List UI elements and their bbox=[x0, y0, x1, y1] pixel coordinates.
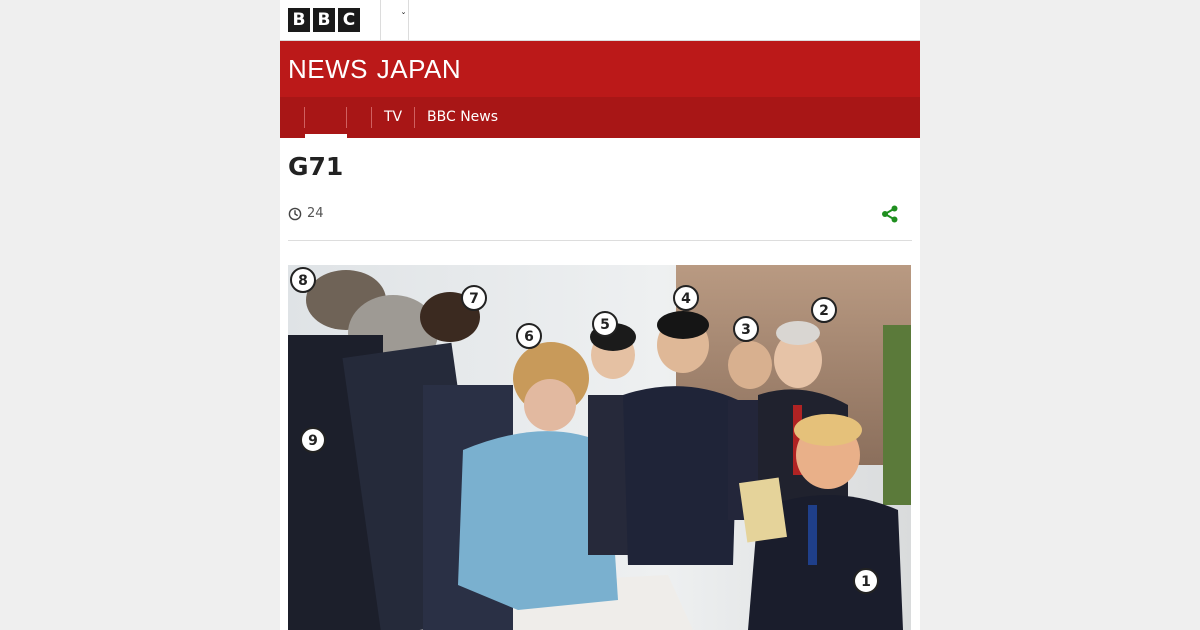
news-japan-logo[interactable]: NEWS JAPAN bbox=[288, 53, 461, 86]
nav-item-tv[interactable]: TV bbox=[384, 97, 402, 138]
nav-item-bbc-news[interactable]: BBC News bbox=[427, 97, 498, 138]
bbc-logo[interactable]: B B C bbox=[288, 8, 360, 32]
badge-2: 2 bbox=[819, 303, 829, 319]
nav-separator bbox=[414, 107, 415, 128]
badge-4: 4 bbox=[681, 291, 691, 307]
section-nav: TV BBC News bbox=[280, 97, 920, 138]
article-photo[interactable]: 8 7 6 5 4 3 2 9 1 bbox=[288, 265, 911, 630]
share-icon bbox=[882, 205, 898, 223]
badge-1: 1 bbox=[861, 574, 871, 590]
badge-8: 8 bbox=[298, 273, 308, 289]
nav-active-indicator bbox=[305, 134, 347, 138]
nav-item-2[interactable] bbox=[347, 97, 371, 138]
bbc-logo-letter: B bbox=[288, 8, 310, 32]
chevron-down-icon[interactable]: ˇ bbox=[401, 12, 406, 23]
brand-news: NEWS bbox=[288, 54, 368, 84]
masthead: NEWS JAPAN bbox=[280, 41, 920, 97]
page: B B C ˇ NEWS JAPAN TV BBC News G71 24 8 … bbox=[280, 0, 920, 630]
nav-item-home[interactable] bbox=[305, 97, 347, 138]
g7-summit-photo: 8 7 6 5 4 3 2 9 1 bbox=[288, 265, 911, 630]
badge-5: 5 bbox=[600, 317, 610, 333]
divider bbox=[288, 240, 912, 241]
brand-region: JAPAN bbox=[376, 54, 462, 84]
article-title: G71 bbox=[288, 152, 344, 181]
badge-6: 6 bbox=[524, 329, 534, 345]
clock-icon bbox=[288, 207, 302, 220]
badge-3: 3 bbox=[741, 322, 751, 338]
nav-separator bbox=[371, 107, 372, 128]
bbc-logo-letter: C bbox=[338, 8, 360, 32]
bbc-logo-letter: B bbox=[313, 8, 335, 32]
top-divider bbox=[380, 0, 381, 40]
badge-7: 7 bbox=[469, 291, 479, 307]
article-timestamp: 24 bbox=[307, 206, 324, 221]
bbc-top-bar: B B C ˇ bbox=[280, 0, 920, 41]
top-divider bbox=[408, 0, 409, 40]
badge-9: 9 bbox=[308, 433, 318, 449]
article-meta: 24 bbox=[288, 206, 324, 221]
share-button[interactable] bbox=[880, 204, 900, 228]
